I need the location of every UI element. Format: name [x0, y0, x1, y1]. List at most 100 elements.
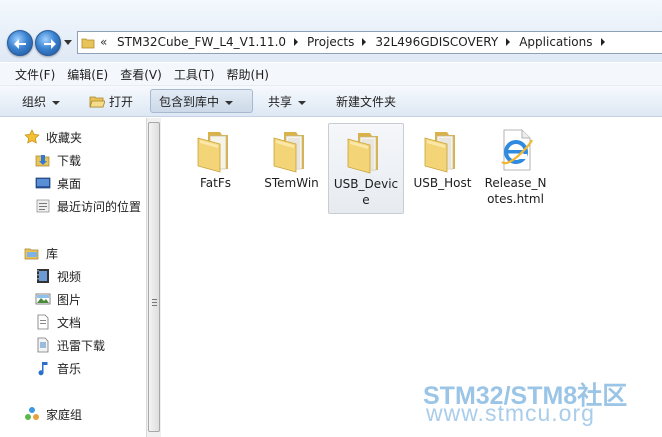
breadcrumb-item[interactable]: Applications — [519, 35, 592, 49]
file-item-fatfs[interactable]: FatFs — [178, 123, 253, 210]
breadcrumb-item[interactable]: Projects — [307, 35, 354, 49]
video-icon — [35, 268, 51, 284]
download-library-icon — [35, 337, 51, 353]
file-name-line: FatFs — [199, 176, 231, 190]
file-name: Release_N otes.html — [478, 175, 553, 207]
open-folder-icon — [89, 96, 105, 108]
include-in-library-button[interactable]: 包含到库中 — [150, 89, 253, 113]
nav-favorites-label: 收藏夹 — [46, 130, 83, 145]
recent-pages-dropdown[interactable] — [64, 40, 72, 45]
internet-explorer-icon — [500, 129, 533, 171]
menu-edit[interactable]: 编辑(E) — [61, 63, 114, 85]
breadcrumb-item[interactable]: STM32Cube_FW_L4_V1.11.0 — [117, 35, 286, 49]
file-name: USB_Host — [405, 175, 480, 191]
nav-item-label: 文档 — [57, 315, 82, 330]
folder-icon — [273, 132, 304, 173]
nav-item-desktop[interactable]: 桌面 — [35, 173, 81, 193]
nav-item-documents[interactable]: 文档 — [35, 312, 81, 332]
recent-places-icon — [35, 198, 51, 214]
back-button[interactable] — [7, 30, 33, 56]
share-label: 共享 — [268, 95, 293, 109]
menu-tools[interactable]: 工具(T) — [168, 63, 221, 85]
nav-homegroup-label: 家庭组 — [46, 407, 83, 422]
file-name-line: Release_N — [484, 176, 547, 190]
menu-bar: 文件(F) 编辑(E) 查看(V) 工具(T) 帮助(H) — [0, 63, 662, 85]
breadcrumb-overflow[interactable]: « — [100, 35, 107, 49]
breadcrumb-chevron-icon[interactable] — [294, 38, 299, 46]
include-in-library-label: 包含到库中 — [159, 95, 220, 109]
file-name: USB_Devic e — [329, 176, 403, 208]
open-button[interactable]: 打开 — [81, 89, 141, 113]
nav-item-label: 图片 — [57, 292, 82, 307]
nav-item-downloads[interactable]: 下载 — [35, 150, 81, 170]
command-bar: 组织 打开 包含到库中 共享 新建文件夹 — [0, 85, 662, 117]
breadcrumb-chevron-icon[interactable] — [506, 38, 511, 46]
nav-libraries-label: 库 — [46, 246, 59, 261]
desktop-icon — [35, 175, 51, 191]
chevron-down-icon — [298, 100, 307, 105]
file-item-stemwin[interactable]: STemWin — [254, 123, 329, 210]
nav-item-pictures[interactable]: 图片 — [35, 289, 81, 309]
watermark-url: www.stmcu.org — [426, 400, 595, 426]
file-name: FatFs — [178, 175, 253, 191]
new-folder-label: 新建文件夹 — [336, 95, 397, 109]
grip-line — [152, 302, 157, 303]
file-name-line: otes.html — [487, 192, 544, 206]
share-button[interactable]: 共享 — [260, 89, 314, 113]
chevron-down-icon — [225, 100, 234, 105]
nav-item-label: 音乐 — [57, 361, 82, 376]
address-bar[interactable]: « STM32Cube_FW_L4_V1.11.0 Projects 32L49… — [77, 31, 662, 54]
folder-icon — [347, 133, 378, 174]
file-list: FatFs STemWin USB_Devic e USB_Host Relea… — [162, 118, 662, 437]
homegroup-icon — [24, 406, 40, 422]
breadcrumb-chevron-icon[interactable] — [600, 38, 605, 46]
file-name-line: e — [362, 193, 370, 207]
arrow-right-icon — [44, 39, 56, 49]
file-item-release-notes[interactable]: Release_N otes.html — [478, 123, 553, 210]
nav-item-label: 迅雷下载 — [57, 338, 106, 353]
folder-icon — [81, 38, 95, 49]
breadcrumb-chevron-icon[interactable] — [362, 38, 367, 46]
file-name-line: USB_Host — [413, 176, 472, 190]
nav-homegroup[interactable]: 家庭组 — [24, 404, 82, 424]
chevron-down-icon — [52, 100, 61, 105]
nav-item-recent-places[interactable]: 最近访问的位置 — [35, 196, 141, 216]
menu-view[interactable]: 查看(V) — [114, 63, 168, 85]
pictures-icon — [35, 291, 51, 307]
music-note-icon — [35, 360, 51, 376]
menu-help[interactable]: 帮助(H) — [221, 63, 275, 85]
nav-favorites[interactable]: 收藏夹 — [24, 127, 82, 147]
file-name-line: USB_Devic — [333, 177, 399, 191]
nav-item-label: 最近访问的位置 — [57, 199, 142, 214]
organize-label: 组织 — [22, 95, 47, 109]
file-item-usb-host[interactable]: USB_Host — [405, 123, 480, 210]
organize-button[interactable]: 组织 — [14, 89, 68, 113]
scroll-thumb[interactable] — [148, 122, 160, 432]
navigation-scrollbar[interactable] — [146, 118, 161, 437]
file-item-usb-device[interactable]: USB_Devic e — [328, 123, 404, 214]
nav-libraries[interactable]: 库 — [24, 243, 58, 263]
forward-button[interactable] — [35, 30, 61, 56]
file-name: STemWin — [254, 175, 329, 191]
nav-item-label: 视频 — [57, 269, 82, 284]
file-name-line: STemWin — [264, 176, 319, 190]
menu-file[interactable]: 文件(F) — [9, 63, 61, 85]
open-label: 打开 — [109, 95, 134, 109]
grip-line — [152, 305, 157, 306]
address-row: « STM32Cube_FW_L4_V1.11.0 Projects 32L49… — [0, 0, 662, 62]
nav-item-label: 桌面 — [57, 176, 82, 191]
nav-item-videos[interactable]: 视频 — [35, 266, 81, 286]
breadcrumb: STM32Cube_FW_L4_V1.11.0 Projects 32L496G… — [117, 35, 614, 49]
breadcrumb-item[interactable]: 32L496GDISCOVERY — [375, 35, 498, 49]
library-icon — [24, 245, 40, 261]
nav-item-label: 下载 — [57, 153, 82, 168]
nav-item-thunder-downloads[interactable]: 迅雷下载 — [35, 335, 105, 355]
new-folder-button[interactable]: 新建文件夹 — [328, 89, 404, 113]
arrow-left-icon — [14, 39, 26, 49]
nav-item-music[interactable]: 音乐 — [35, 358, 81, 378]
grip-line — [152, 299, 157, 300]
folder-icon — [424, 132, 455, 173]
downloads-folder-icon — [35, 152, 51, 168]
documents-icon — [35, 314, 51, 330]
navigation-pane: 收藏夹 下载 桌面 最近访问的位置 库 视频 图片 文档 迅雷下载 音乐 家庭组 — [0, 118, 146, 437]
